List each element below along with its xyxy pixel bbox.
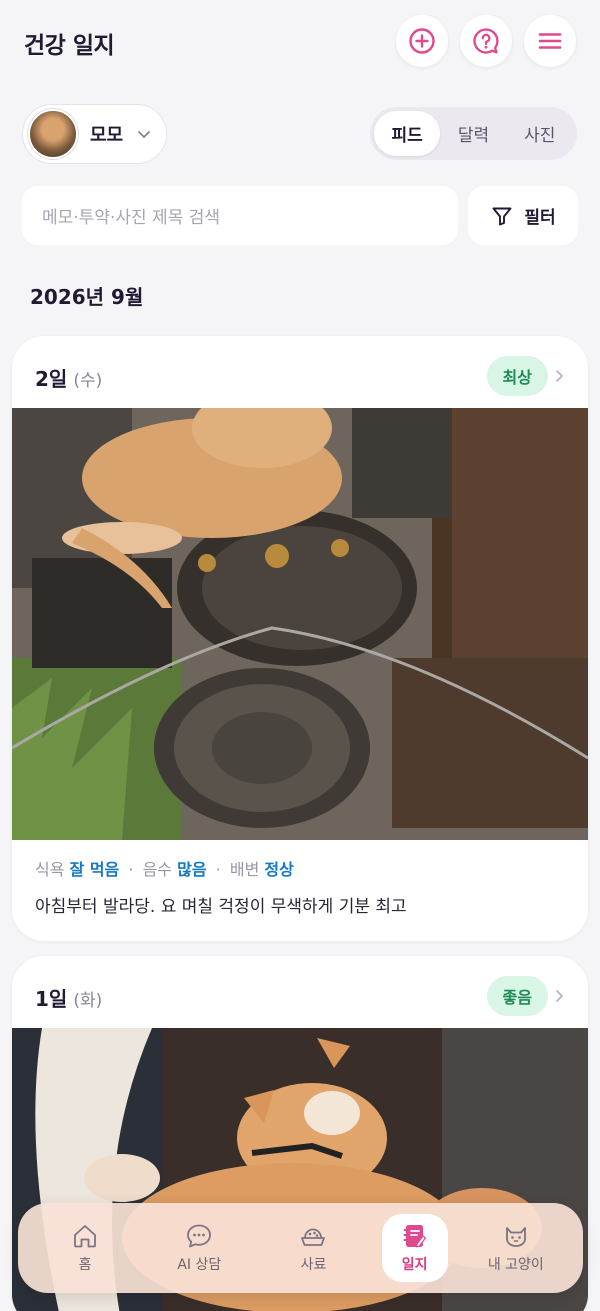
- nav-food[interactable]: 사료: [267, 1214, 359, 1282]
- entry-date: 1일 (화): [35, 983, 102, 1012]
- tab-calendar[interactable]: 달력: [440, 111, 506, 156]
- question-icon: [473, 28, 499, 54]
- entry-weekday: (화): [73, 991, 103, 1011]
- avatar: [28, 109, 78, 159]
- stool-label: 배변: [229, 860, 260, 879]
- mood-badge: 좋음: [486, 976, 548, 1016]
- nav-ai-consult[interactable]: AI 상담: [153, 1214, 245, 1282]
- nav-my-cat[interactable]: 내 고양이: [470, 1214, 562, 1282]
- chevron-right-icon[interactable]: [554, 369, 566, 383]
- filter-label: 필터: [524, 208, 556, 228]
- tab-photos[interactable]: 사진: [507, 111, 573, 156]
- food-bowl-icon: [301, 1228, 326, 1246]
- nav-home-label: 홈: [78, 1257, 92, 1273]
- nav-home[interactable]: 홈: [39, 1214, 131, 1282]
- journal-entry-card[interactable]: 2일 (수) 최상 식욕 잘 먹음 · 음수 많음 · 배변 정상 아침부터 발…: [12, 336, 588, 941]
- nav-my-cat-label: 내 고양이: [487, 1257, 544, 1273]
- entry-weekday: (수): [73, 371, 103, 391]
- help-button[interactable]: [460, 15, 512, 67]
- view-toggle: 피드 달력 사진: [370, 107, 577, 160]
- entry-health-summary: 식욕 잘 먹음 · 음수 많음 · 배변 정상: [35, 860, 294, 879]
- entry-date: 2일 (수): [35, 363, 102, 392]
- nav-journal-label: 일지: [401, 1257, 428, 1273]
- nav-food-label: 사료: [300, 1257, 327, 1273]
- chevron-down-icon: [138, 131, 151, 138]
- nav-ai-consult-label: AI 상담: [177, 1257, 222, 1273]
- cat-name: 모모: [90, 125, 124, 146]
- cat-on-logs-photo: [12, 408, 588, 840]
- filter-icon: [492, 207, 512, 225]
- cat-selector[interactable]: 모모: [22, 104, 167, 164]
- cat-face-icon: [505, 1227, 526, 1247]
- bottom-navigation: 홈 AI 상담 사료 일지 내 고양이: [18, 1203, 583, 1293]
- menu-button[interactable]: [524, 15, 576, 67]
- entry-photo[interactable]: [12, 408, 588, 840]
- entry-day: 1일: [35, 987, 68, 1011]
- entry-day: 2일: [35, 367, 68, 391]
- stool-value: 정상: [264, 860, 294, 879]
- hamburger-menu-icon: [538, 33, 562, 49]
- filter-button[interactable]: 필터: [468, 186, 578, 245]
- search-input[interactable]: 메모·투약·사진 제목 검색: [22, 186, 458, 245]
- plus-circle-icon: [409, 28, 435, 54]
- card-header: 2일 (수) 최상: [12, 336, 588, 408]
- app-header: 건강 일지: [0, 0, 600, 82]
- chat-bubble-icon: [187, 1224, 212, 1248]
- mood-badge: 최상: [486, 356, 548, 396]
- water-label: 음수: [142, 860, 173, 879]
- entry-memo: 아침부터 발라당. 요 며칠 걱정이 무색하게 기분 최고: [35, 897, 407, 917]
- home-icon: [74, 1225, 96, 1248]
- tab-feed[interactable]: 피드: [374, 111, 441, 156]
- water-value: 많음: [177, 860, 207, 879]
- add-entry-button[interactable]: [396, 15, 448, 67]
- journal-icon: [403, 1225, 426, 1248]
- food-value: 잘 먹음: [69, 860, 120, 879]
- nav-journal[interactable]: 일지: [381, 1214, 448, 1282]
- chevron-right-icon[interactable]: [554, 989, 566, 1003]
- card-header: 1일 (화) 좋음: [12, 956, 588, 1028]
- month-heading: 2026년 9월: [30, 285, 144, 309]
- food-label: 식욕: [35, 860, 65, 879]
- page-title: 건강 일지: [24, 33, 115, 59]
